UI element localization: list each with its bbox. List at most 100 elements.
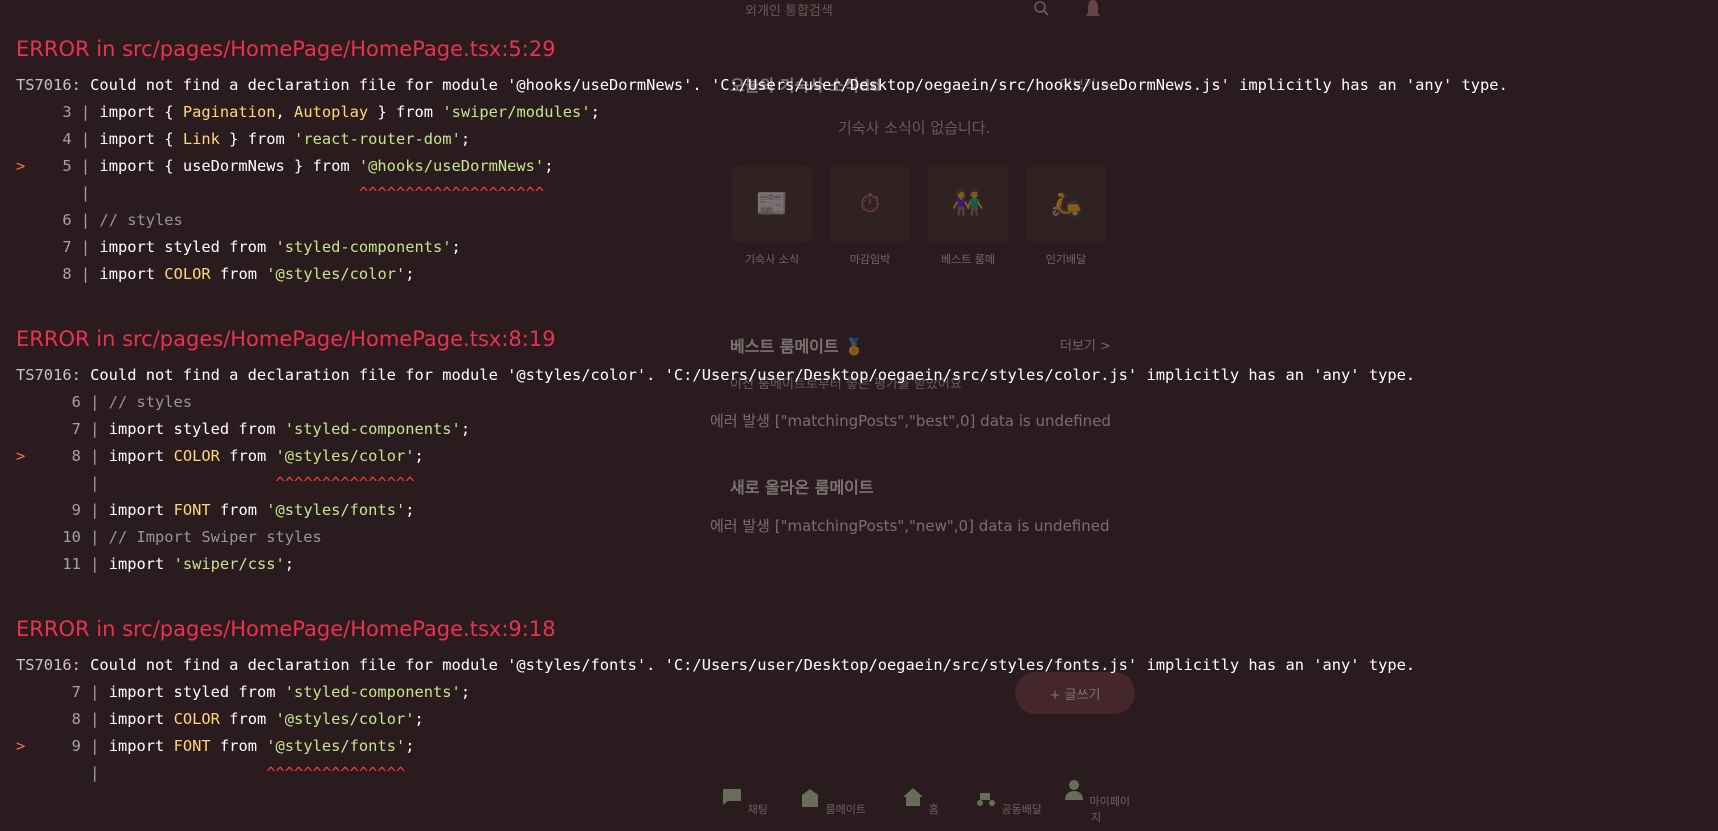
code-token: // styles [99,211,183,229]
line-gutter: 8 | [34,265,100,283]
line-gutter: | [34,764,109,782]
code-frame-line: > 8 | import COLOR from '@styles/color'; [16,443,1718,470]
line-gutter: 9 | [34,501,109,519]
code-token: from [219,447,276,465]
code-token: } from [219,130,295,148]
error-code: TS7016: [16,76,81,94]
line-marker [16,130,35,148]
code-token: import styled from [108,683,285,701]
code-token: ; [544,157,554,175]
code-frame-line: 7 | import styled from 'styled-component… [16,679,1718,706]
code-token: import [108,710,174,728]
line-gutter: 10 | [34,528,109,546]
code-token: COLOR [173,447,220,465]
code-token: ; [460,130,471,148]
line-marker [16,528,35,546]
line-marker [16,501,35,519]
code-token: import { [99,103,183,121]
code-token: , [275,103,295,121]
error-carets: ^^^^^^^^^^^^^^^ [266,764,406,782]
code-token: 'swiper/css' [173,555,285,573]
code-token: 'styled-components' [284,683,461,701]
code-token: ; [414,447,424,465]
error-message: TS7016: Could not find a declaration fil… [16,652,1718,679]
line-gutter: | [34,184,100,202]
line-gutter: 5 | [34,157,100,175]
code-token: ; [460,420,471,438]
code-token: // styles [108,393,193,411]
line-marker [16,211,35,229]
error-message: TS7016: Could not find a declaration fil… [16,362,1718,389]
error-code: TS7016: [16,656,81,674]
code-frame-line: 11 | import 'swiper/css'; [16,551,1718,578]
line-marker [16,474,35,492]
code-frame-line: > 9 | import FONT from '@styles/fonts'; [16,733,1718,760]
code-token: '@styles/color' [275,710,415,728]
code-token: 'react-router-dom' [294,130,461,148]
code-token: COLOR [173,710,220,728]
error-title: ERROR in src/pages/HomePage/HomePage.tsx… [16,37,556,61]
code-token: ; [405,737,415,755]
code-token: import styled from [108,420,285,438]
line-gutter: 7 | [34,683,109,701]
line-marker [16,184,35,202]
line-marker [16,265,35,283]
code-token: ; [590,103,600,121]
code-token: ; [405,265,415,283]
line-marker: > [16,157,35,175]
error-title: ERROR in src/pages/HomePage/HomePage.tsx… [16,617,556,641]
code-frame-line: | ^^^^^^^^^^^^^^^ [16,760,1718,787]
code-token: FONT [173,737,211,755]
error-title: ERROR in src/pages/HomePage/HomePage.tsx… [16,327,556,351]
line-gutter: 7 | [34,238,100,256]
error-code: TS7016: [16,366,81,384]
error-message: TS7016: Could not find a declaration fil… [16,72,1718,99]
code-frame-line: | ^^^^^^^^^^^^^^^^^^^^ [16,180,1718,207]
code-token: '@styles/color' [266,265,406,283]
error-message-text: Could not find a declaration file for mo… [80,76,1508,94]
line-marker [16,710,35,728]
code-token: from [210,737,267,755]
code-token: 'swiper/modules' [442,103,591,121]
code-token: Link [182,130,220,148]
error-message-text: Could not find a declaration file for mo… [80,656,1416,674]
code-frame-line: 6 | // styles [16,207,1718,234]
code-token: Autoplay [294,103,369,121]
code-token: 'styled-components' [275,238,452,256]
code-token: '@styles/fonts' [266,501,406,519]
code-frame-line: 6 | // styles [16,389,1718,416]
error-carets: ^^^^^^^^^^^^^^^ [275,474,415,492]
code-token: import styled from [99,238,276,256]
code-frame-line: 10 | // Import Swiper styles [16,524,1718,551]
code-token: ; [405,501,415,519]
code-frame-line: 3 | import { Pagination, Autoplay } from… [16,99,1718,126]
line-gutter: 6 | [34,211,100,229]
code-token: from [219,710,276,728]
line-gutter: 7 | [34,420,109,438]
code-token: ; [414,710,424,728]
code-token: '@styles/color' [275,447,415,465]
error-overlay: ERROR in src/pages/HomePage/HomePage.tsx… [0,0,1718,831]
error-block: ERROR in src/pages/HomePage/HomePage.tsx… [16,614,1718,787]
code-token: '@hooks/useDormNews' [358,157,545,175]
line-gutter: 6 | [34,393,109,411]
line-marker [16,683,35,701]
error-carets: ^^^^^^^^^^^^^^^^^^^^ [358,184,545,202]
code-token: import { useDormNews } from [99,157,359,175]
code-frame-line: 9 | import FONT from '@styles/fonts'; [16,497,1718,524]
error-block: ERROR in src/pages/HomePage/HomePage.tsx… [16,324,1718,578]
line-gutter: 3 | [34,103,100,121]
code-token: from [210,265,267,283]
dev-error-screen: 외개인 통합검색 오늘의 기숙사 소식dd 더보기 > 기숙사 소식이 없습니다… [0,0,1718,831]
line-gutter: 8 | [34,710,109,728]
line-marker: > [16,447,35,465]
code-token: import [108,737,174,755]
code-frame-line: | ^^^^^^^^^^^^^^^ [16,470,1718,497]
code-token: import [108,501,174,519]
code-token: // Import Swiper styles [108,528,322,546]
code-token: Pagination [182,103,276,121]
line-gutter: 11 | [34,555,109,573]
code-token: } from [368,103,443,121]
